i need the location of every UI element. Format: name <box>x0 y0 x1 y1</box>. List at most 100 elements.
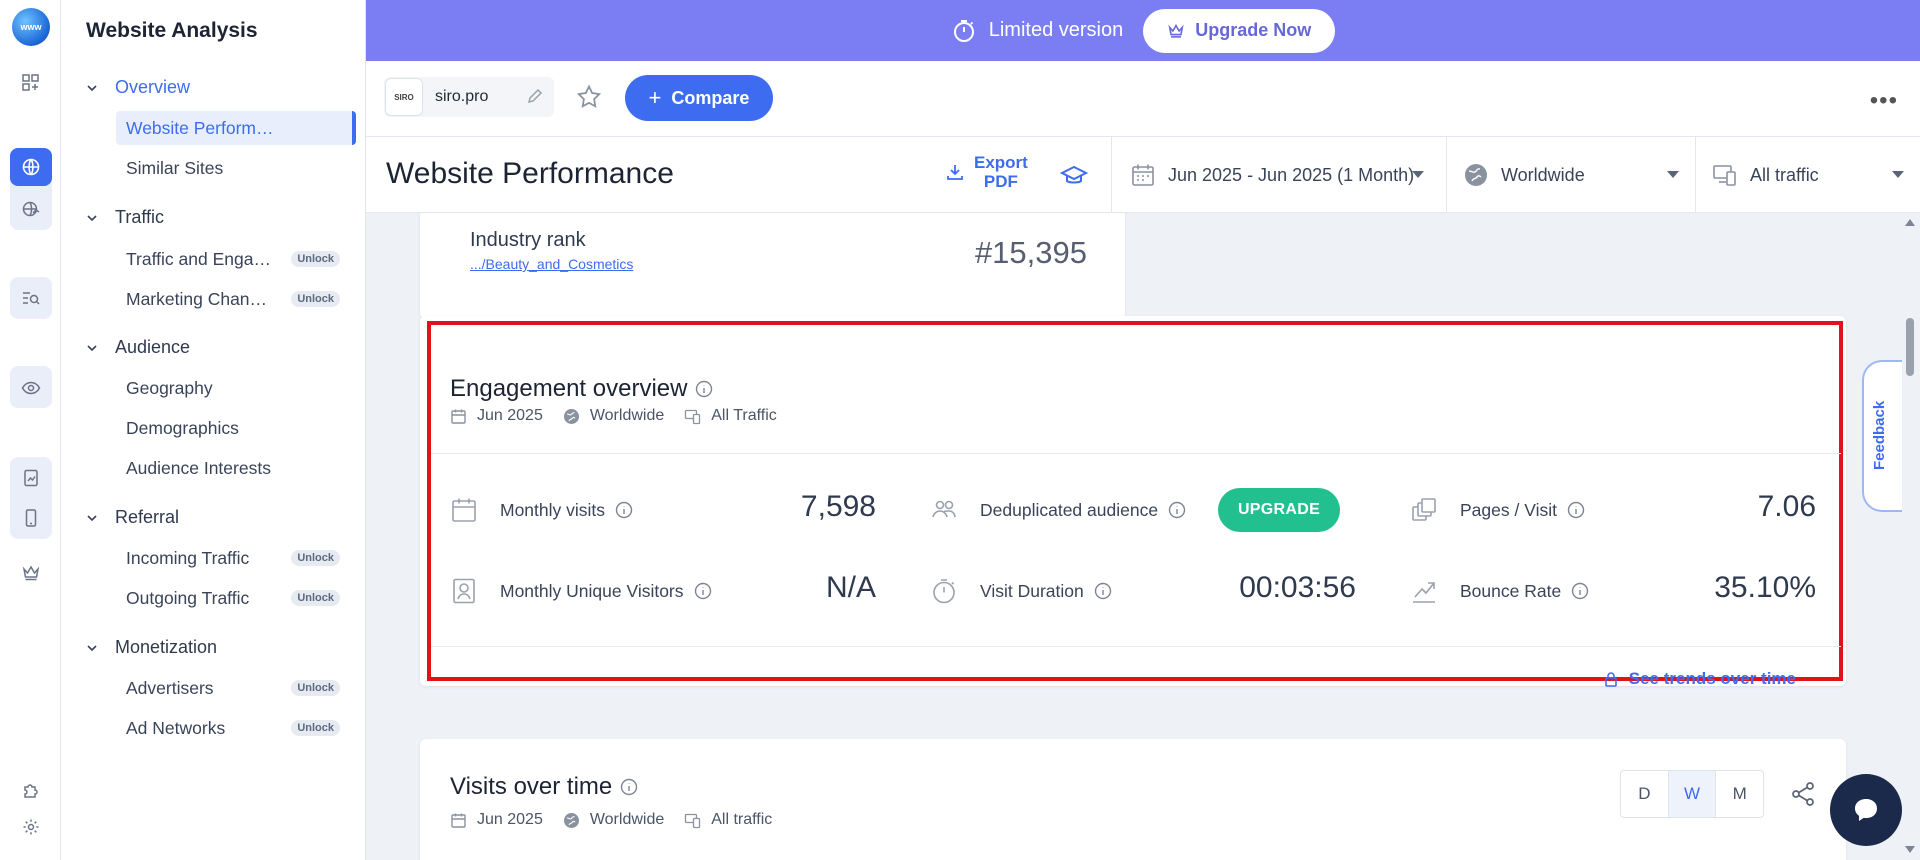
section-traffic[interactable]: Traffic <box>86 207 164 228</box>
people-icon <box>932 500 956 518</box>
chat-launcher-button[interactable] <box>1830 774 1902 846</box>
sidebar-item-website-performance[interactable]: Website Performance <box>116 111 356 145</box>
scrollbar-thumb[interactable] <box>1906 318 1914 376</box>
visits-over-time-title: Visits over time <box>450 773 638 801</box>
eye-icon[interactable] <box>10 368 52 406</box>
scroll-up-arrow-icon[interactable] <box>1905 219 1915 226</box>
metric-bounce-rate: Bounce Rate <box>1410 577 1589 605</box>
see-trends-link[interactable]: See trends over time <box>1603 669 1796 689</box>
site-chip[interactable]: SIRO siro.pro <box>384 77 554 117</box>
sidebar-title: Website Analysis <box>86 19 258 42</box>
section-monetization[interactable]: Monetization <box>86 637 217 658</box>
sidebar-item-audience-interests[interactable]: Audience Interests <box>116 451 356 485</box>
divider <box>431 453 1841 454</box>
section-overview[interactable]: Overview <box>86 77 190 98</box>
globe-icon <box>1465 164 1487 186</box>
unlock-badge: Unlock <box>291 550 340 566</box>
sidebar-item-outgoing-traffic[interactable]: Outgoing Traffic Unlock <box>116 581 356 615</box>
metric-visit-duration: Visit Duration <box>930 577 1112 605</box>
industry-rank-label: Industry rank <box>470 229 586 251</box>
favorite-star-icon[interactable] <box>575 83 603 111</box>
section-referral[interactable]: Referral <box>86 507 179 528</box>
bounce-rate-value: 35.10% <box>1714 571 1816 604</box>
sidebar-item-demographics[interactable]: Demographics <box>116 411 356 445</box>
chevron-down-icon <box>87 644 97 651</box>
sidebar-item-geography[interactable]: Geography <box>116 371 356 405</box>
info-icon[interactable] <box>1571 582 1589 600</box>
share-icon[interactable] <box>1790 781 1816 807</box>
visits-meta: Jun 2025 Worldwide All traffic <box>450 811 772 829</box>
granularity-toggle: D W M <box>1620 770 1764 818</box>
dropdown-caret-icon <box>1667 171 1679 178</box>
info-icon[interactable] <box>1168 501 1186 519</box>
info-icon[interactable] <box>620 778 638 796</box>
traffic-selector[interactable]: All traffic <box>1695 137 1920 213</box>
granularity-month[interactable]: M <box>1716 771 1763 817</box>
industry-rank-card: Industry rank .../Beauty_and_Cosmetics #… <box>420 213 1125 319</box>
monthly-unique-visitors-value: N/A <box>825 571 876 604</box>
sidebar-item-incoming-traffic[interactable]: Incoming Traffic Unlock <box>116 541 356 575</box>
date-range-selector[interactable]: Jun 2025 - Jun 2025 (1 Month) <box>1111 137 1446 213</box>
section-audience[interactable]: Audience <box>86 337 190 358</box>
info-icon[interactable] <box>694 582 712 600</box>
pages-stack-icon <box>1412 498 1436 521</box>
pages-per-visit-value: 7.06 <box>1757 490 1816 523</box>
granularity-week[interactable]: W <box>1668 771 1717 817</box>
engagement-title: Engagement overview <box>450 375 713 403</box>
lock-icon <box>1604 672 1617 687</box>
keyword-search-icon[interactable] <box>10 279 52 317</box>
dedup-upgrade-button[interactable]: UPGRADE <box>1218 488 1340 532</box>
metric-deduplicated-audience: Deduplicated audience <box>930 496 1186 524</box>
info-icon[interactable] <box>1094 582 1112 600</box>
page-title: Website Performance <box>386 157 674 190</box>
page-header: Website Performance Export PDF Jun 2025 -… <box>366 137 1920 213</box>
sidebar-item-traffic-engagement[interactable]: Traffic and EngagementUnlock <box>116 242 356 276</box>
dashboard-add-icon[interactable] <box>10 64 52 102</box>
download-icon <box>947 165 963 180</box>
report-chart-icon[interactable] <box>10 459 52 497</box>
chat-bubble-icon <box>1855 799 1877 821</box>
limited-version-banner: Limited version Upgrade Now <box>366 0 1920 61</box>
plus-icon: + <box>648 85 662 110</box>
unlock-badge: Unlock <box>291 720 340 736</box>
scrollbar[interactable] <box>1900 213 1920 860</box>
more-options-icon[interactable]: ••• <box>1870 87 1898 115</box>
granularity-day[interactable]: D <box>1621 771 1669 817</box>
sidebar-item-marketing-channels[interactable]: Marketing Channels Unlock <box>116 282 356 316</box>
graduation-cap-icon[interactable] <box>1060 162 1088 190</box>
metric-pages-per-visit: Pages / Visit <box>1410 496 1585 524</box>
globe-trend-icon[interactable] <box>10 190 52 228</box>
globe-icon <box>563 812 579 828</box>
unlock-badge: Unlock <box>291 590 340 606</box>
info-icon[interactable] <box>1567 501 1585 519</box>
analysis-sidebar: Website Analysis Overview Website Perfor… <box>61 0 366 860</box>
scroll-down-arrow-icon[interactable] <box>1905 846 1915 853</box>
gear-icon[interactable] <box>10 808 52 846</box>
chevron-down-icon <box>87 84 97 91</box>
dropdown-caret-icon <box>1892 171 1904 178</box>
sidebar-item-ad-networks[interactable]: Ad Networks Unlock <box>116 711 356 745</box>
sidebar-item-similar-sites[interactable]: Similar Sites <box>116 151 356 185</box>
sidebar-item-advertisers[interactable]: Advertisers Unlock <box>116 671 356 705</box>
edit-pencil-icon[interactable] <box>526 87 544 105</box>
globe-icon[interactable] <box>10 148 52 186</box>
compare-button[interactable]: + Compare <box>625 75 773 121</box>
chevron-down-icon <box>87 214 97 221</box>
site-favicon: SIRO <box>385 78 423 116</box>
region-selector[interactable]: Worldwide <box>1446 137 1695 213</box>
industry-category-link[interactable]: .../Beauty_and_Cosmetics <box>470 256 633 272</box>
info-icon[interactable] <box>695 380 713 398</box>
visit-duration-value: 00:03:56 <box>1239 571 1356 604</box>
crown-icon[interactable] <box>10 554 52 592</box>
mobile-icon[interactable] <box>10 499 52 537</box>
feedback-tab[interactable]: Feedback <box>1862 360 1902 512</box>
chevron-down-icon <box>87 344 97 351</box>
unlock-badge: Unlock <box>291 251 340 267</box>
unlock-badge: Unlock <box>291 291 340 307</box>
info-icon[interactable] <box>615 501 633 519</box>
app-logo-icon[interactable]: www <box>12 8 50 46</box>
calendar-icon <box>451 813 466 828</box>
upgrade-now-button[interactable]: Upgrade Now <box>1143 8 1336 53</box>
export-pdf-button[interactable]: Export PDF <box>946 153 1028 191</box>
puzzle-icon[interactable] <box>10 771 52 809</box>
